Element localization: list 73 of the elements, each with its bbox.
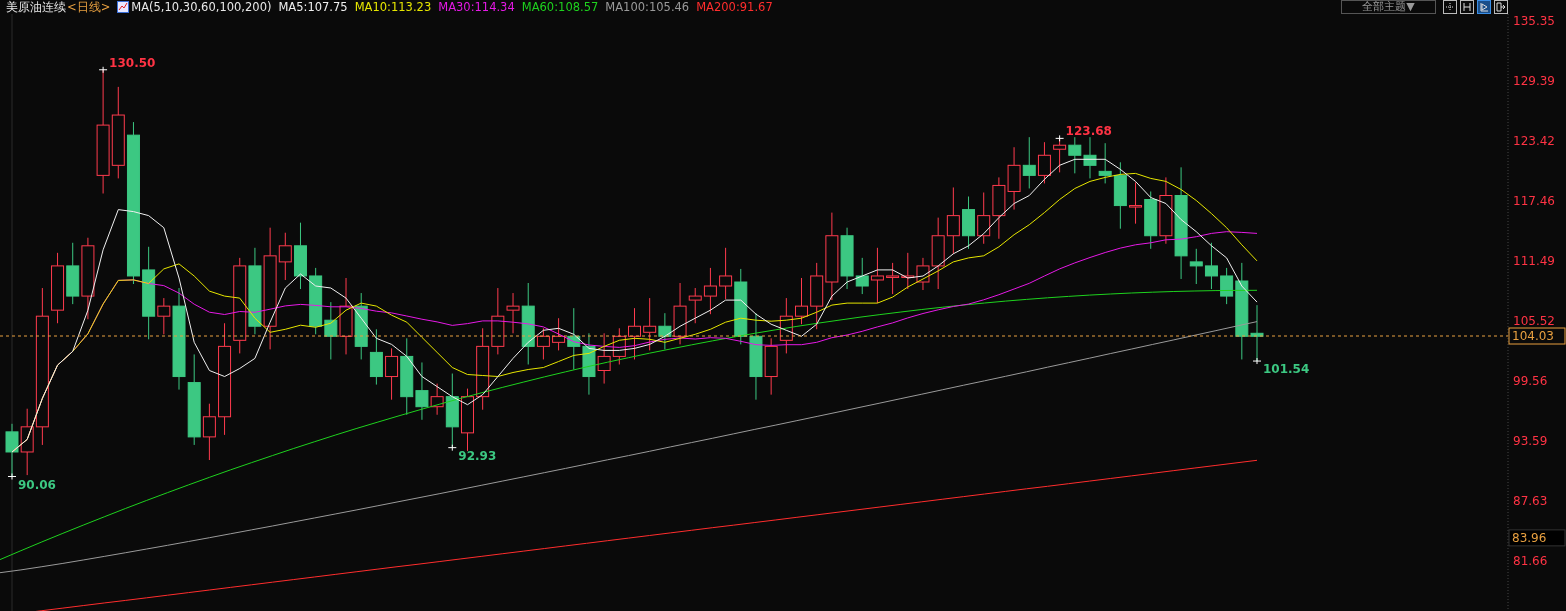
extreme-marker: [7, 473, 17, 480]
candlestick: [810, 262, 824, 330]
toolbar-button[interactable]: [1477, 0, 1491, 14]
ma-value: MA10:113.23: [354, 0, 432, 14]
extreme-marker: [1055, 134, 1065, 142]
price-axis-label: 135.35: [1513, 14, 1555, 28]
candlestick: [1144, 191, 1158, 250]
play-icon: [1479, 2, 1489, 12]
period-label[interactable]: <日线>: [67, 0, 111, 14]
price-axis-label: 105.52: [1513, 314, 1555, 328]
extreme-marker: [1252, 357, 1262, 365]
candlestick: [294, 222, 307, 290]
candlestick: [992, 176, 1006, 240]
last-price-tag: 104.03: [1508, 327, 1566, 345]
crosshair-icon: [1445, 2, 1455, 12]
candlestick: [324, 301, 338, 360]
candlestick: [1129, 181, 1143, 225]
candlestick: [51, 252, 65, 324]
toolbar-button[interactable]: [1443, 0, 1457, 14]
price-axis-label: 87.63: [1513, 494, 1548, 508]
low-price-label: 92.93: [458, 448, 497, 463]
candlestick: [946, 186, 960, 255]
candlestick: [5, 423, 19, 477]
candlestick: [628, 307, 641, 360]
candlestick: [582, 332, 596, 396]
indicator-name: MA(5,10,30,60,100,200): [131, 0, 272, 14]
candlestick: [962, 196, 975, 250]
price-tag: 83.96: [1508, 529, 1566, 547]
candlestick: [643, 297, 657, 351]
price-axis-label: 111.49: [1513, 254, 1555, 268]
candlestick: [901, 252, 915, 290]
price-axis-label: 93.59: [1513, 434, 1548, 448]
high-price-label: 130.50: [109, 55, 156, 70]
candlestick: [309, 267, 323, 335]
candlestick: [597, 332, 611, 385]
candlestick: [1007, 146, 1021, 211]
candlestick: [612, 327, 626, 365]
chart-icon[interactable]: [117, 1, 130, 13]
candlestick: [977, 192, 991, 245]
candlestick: [779, 297, 793, 354]
ma-value: MA200:91.67: [696, 0, 773, 14]
candlestick: [66, 242, 80, 305]
candlestick: [1037, 141, 1051, 184]
candlestick: [369, 328, 383, 386]
exit-icon: [1496, 2, 1506, 12]
candlestick: [703, 267, 717, 315]
candlestick: [461, 388, 474, 452]
ma-value: MA30:114.34: [438, 0, 515, 14]
toolbar-button[interactable]: [1460, 0, 1474, 14]
candlestick: [1204, 242, 1218, 290]
theme-dropdown[interactable]: 全部主题▼: [1341, 0, 1436, 14]
candlestick: [354, 292, 368, 360]
candlestick: [1083, 136, 1097, 179]
low-price-label: 101.54: [1263, 362, 1310, 377]
candlestick: [1022, 136, 1036, 189]
extreme-marker: [98, 66, 108, 74]
candlestick: [886, 262, 900, 295]
toolbar-button[interactable]: [1494, 0, 1508, 14]
low-price-label: 90.06: [18, 477, 56, 492]
high-price-label: 123.68: [1065, 124, 1112, 139]
candlestick: [1068, 136, 1082, 174]
ma-value: MA60:108.57: [521, 0, 599, 14]
ma-value: MA100:105.46: [605, 0, 690, 14]
price-axis-label: 81.66: [1513, 554, 1548, 568]
symbol-name: 美原油连续: [6, 0, 66, 14]
price-axis-label: 129.39: [1513, 74, 1555, 88]
range-icon: [1462, 2, 1472, 12]
extreme-marker: [447, 444, 457, 452]
price-axis-label: 99.56: [1513, 374, 1548, 388]
price-axis-label: 117.46: [1513, 194, 1555, 208]
ma-value: MA5:107.75: [278, 0, 348, 14]
price-axis-label: 123.42: [1513, 134, 1555, 148]
candlestick: [795, 277, 808, 325]
